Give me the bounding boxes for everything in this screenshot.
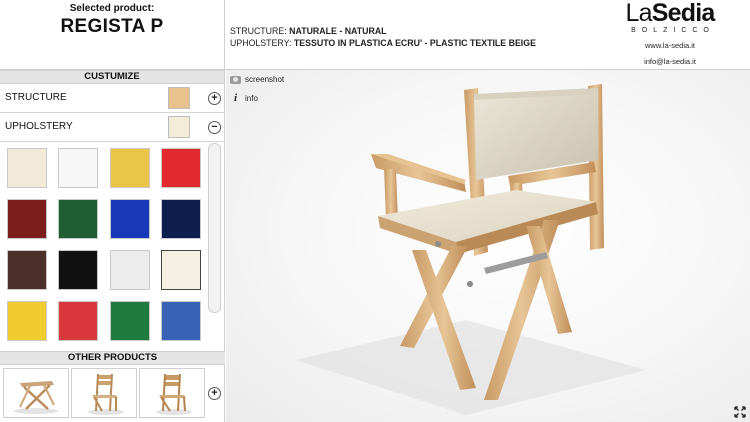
structure-color-swatch[interactable] [168, 87, 190, 109]
upholstery-swatch-grid [0, 143, 225, 351]
selected-product-caption: Selected product: [69, 3, 155, 14]
structure-summary-value: NATURALE - NATURAL [289, 26, 387, 36]
collapse-upholstery-button[interactable]: − [208, 121, 221, 134]
brand-logo-subtitle: BOLZICCO [631, 27, 715, 34]
customize-header: CUSTUMIZE [0, 70, 224, 84]
product-name: REGISTA P [60, 16, 164, 37]
folding-chair-icon [88, 373, 124, 415]
expand-structure-button[interactable]: + [208, 92, 221, 105]
structure-option-row[interactable]: STRUCTURE + [0, 84, 224, 113]
structure-option-label: STRUCTURE [5, 92, 67, 103]
configuration-summary: STRUCTURE: NATURALE - NATURAL UPHOLSTERY… [230, 25, 536, 49]
upholstery-option-label: UPHOLSTERY [5, 121, 73, 132]
structure-summary: STRUCTURE: NATURALE - NATURAL [230, 25, 536, 37]
brand-logo: LaSedia [625, 0, 716, 27]
other-products-section: OTHER PRODUCTS [0, 351, 225, 365]
brand-block: LaSedia BOLZICCO www.la-sedia.it info@la… [610, 0, 730, 70]
other-products-header: OTHER PRODUCTS [0, 351, 225, 365]
product-thumb-folding-chair[interactable] [71, 368, 137, 418]
upholstery-color-swatch-option[interactable] [110, 250, 150, 290]
website-link[interactable]: www.la-sedia.it [610, 38, 730, 54]
email-link[interactable]: info@la-sedia.it [610, 54, 730, 70]
upholstery-color-swatch-option[interactable] [110, 301, 150, 341]
upholstery-color-swatch-option[interactable] [161, 250, 201, 290]
upholstery-color-swatch[interactable] [168, 116, 190, 138]
structure-summary-key: STRUCTURE: [230, 26, 287, 36]
upholstery-color-swatch-option[interactable] [7, 301, 47, 341]
upholstery-option-row[interactable]: UPHOLSTERY − [0, 113, 224, 142]
director-chair-render [296, 84, 646, 415]
upholstery-color-swatch-option[interactable] [161, 301, 201, 341]
upholstery-summary: UPHOLSTERY: TESSUTO IN PLASTICA ECRU' - … [230, 37, 536, 49]
more-products-button[interactable]: + [208, 387, 221, 400]
folding-chair-icon [156, 373, 192, 415]
selected-product-panel: Selected product: REGISTA P [0, 0, 225, 70]
upholstery-color-swatch-option[interactable] [161, 199, 201, 239]
upholstery-color-swatch-option[interactable] [7, 250, 47, 290]
upholstery-summary-key: UPHOLSTERY: [230, 38, 292, 48]
customize-panel: CUSTUMIZE STRUCTURE + UPHOLSTERY − OTHER… [0, 70, 225, 422]
product-3d-viewer[interactable]: screenshot i info [226, 70, 750, 422]
product-thumb-folding-chair-2[interactable] [139, 368, 205, 418]
upholstery-color-swatch-option[interactable] [161, 148, 201, 188]
upholstery-color-swatch-option[interactable] [7, 199, 47, 239]
upholstery-color-swatch-option[interactable] [58, 148, 98, 188]
upholstery-color-swatch-option[interactable] [58, 301, 98, 341]
upholstery-summary-value: TESSUTO IN PLASTICA ECRU' - PLASTIC TEXT… [293, 38, 536, 48]
product-thumb-stool[interactable] [3, 368, 69, 418]
fullscreen-expand-icon[interactable] [734, 406, 746, 418]
header: Selected product: REGISTA P STRUCTURE: N… [0, 0, 750, 70]
upholstery-color-swatch-option[interactable] [110, 148, 150, 188]
swatch-scrollbar[interactable] [208, 143, 221, 313]
stool-icon [14, 381, 58, 414]
upholstery-color-swatch-option[interactable] [7, 148, 47, 188]
upholstery-color-swatch-option[interactable] [58, 199, 98, 239]
upholstery-color-swatch-option[interactable] [110, 199, 150, 239]
upholstery-color-swatch-option[interactable] [58, 250, 98, 290]
